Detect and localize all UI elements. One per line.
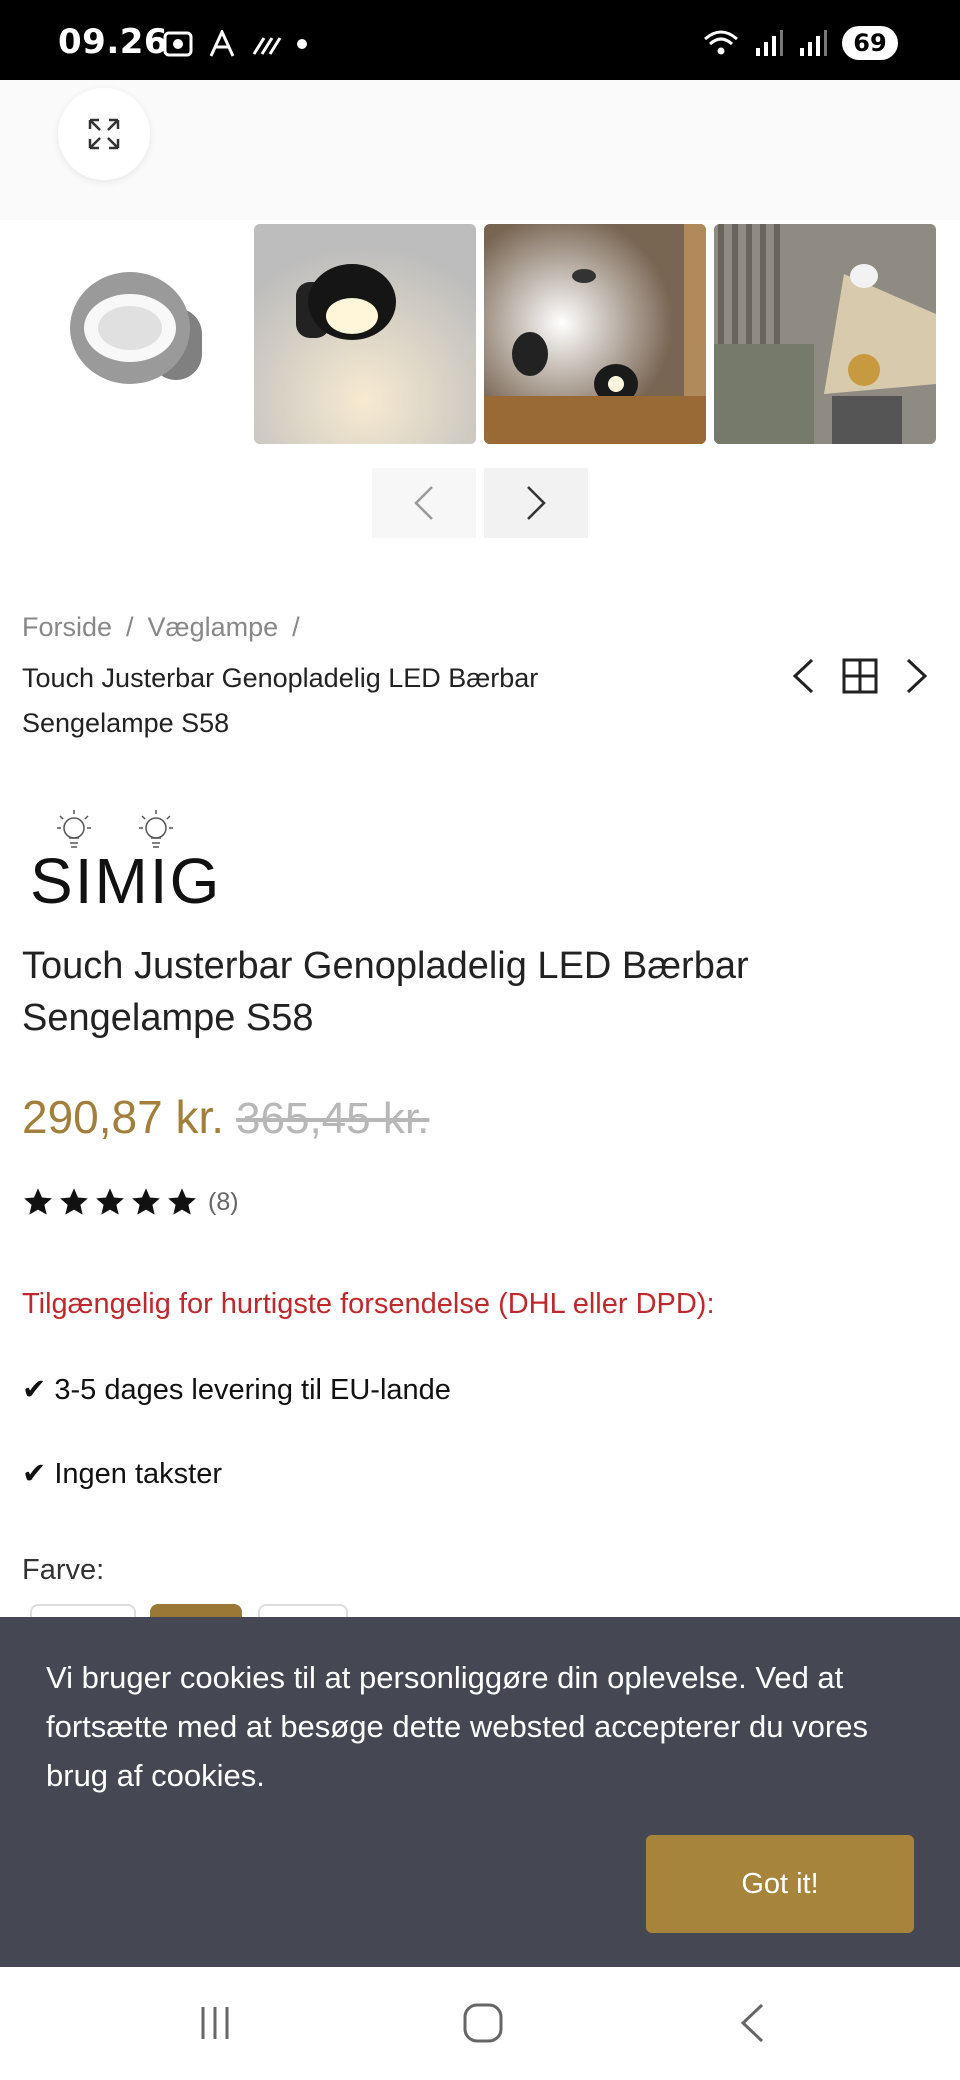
gallery-prev-button[interactable] <box>372 468 476 538</box>
breadcrumb-separator: / <box>292 612 300 642</box>
thumbnail-4[interactable] <box>714 224 936 444</box>
brand-name: SIMIG <box>30 845 222 917</box>
star-icon <box>96 1188 124 1215</box>
system-navigation-bar <box>0 1967 960 2080</box>
availability-notice: Tilgængelig for hurtigste forsendelse (D… <box>22 1288 715 1320</box>
price-row: 290,87 kr. 365,45 kr. <box>22 1090 429 1144</box>
home-icon <box>463 2003 503 2043</box>
breadcrumb-current: Touch Justerbar Genopladelig LED Bærbar … <box>22 663 539 738</box>
thumbnail-3[interactable] <box>484 224 706 444</box>
expand-icon <box>88 118 120 150</box>
signal-icon <box>756 30 783 56</box>
recent-apps-button[interactable] <box>175 1991 255 2055</box>
status-time: 09.26 <box>58 22 169 62</box>
star-icon <box>168 1188 196 1215</box>
fees-info: ✔ Ingen takster <box>22 1458 223 1490</box>
network-activity-icon <box>252 37 282 55</box>
wifi-icon <box>704 30 738 55</box>
breadcrumb-separator: / <box>126 612 134 642</box>
accept-cookies-button[interactable]: Got it! <box>646 1835 914 1933</box>
expand-image-button[interactable] <box>58 88 150 180</box>
chevron-right-icon <box>527 486 546 520</box>
status-notification-icons <box>162 30 308 58</box>
gallery-next-button[interactable] <box>484 468 588 538</box>
product-title: Touch Justerbar Genopladelig LED Bærbar … <box>22 945 749 1039</box>
star-icon <box>60 1188 88 1215</box>
screenshot-icon <box>163 31 193 57</box>
battery-indicator: 69 <box>842 26 898 60</box>
dot-icon <box>297 39 307 49</box>
rating-count: (8) <box>208 1187 239 1216</box>
rating[interactable]: (8) <box>22 1186 239 1218</box>
thumbnail-2[interactable] <box>254 224 476 444</box>
star-icon <box>132 1188 160 1215</box>
back-icon <box>740 2003 764 2043</box>
status-bar: 09.26 69 <box>0 0 960 80</box>
breadcrumb-category-link[interactable]: Væglampe <box>148 612 279 643</box>
chevron-left-icon <box>414 486 433 520</box>
original-price: 365,45 kr. <box>236 1094 430 1143</box>
breadcrumb-home-link[interactable]: Forside <box>22 612 112 643</box>
sale-price: 290,87 kr. <box>22 1091 225 1143</box>
home-button[interactable] <box>443 1991 523 2055</box>
previous-product-icon[interactable] <box>790 656 816 696</box>
next-product-icon[interactable] <box>904 656 930 696</box>
color-label: Farve: <box>22 1554 105 1586</box>
font-icon <box>209 30 235 57</box>
delivery-info: ✔ 3-5 dages levering til EU-lande <box>22 1374 451 1406</box>
recent-apps-icon <box>201 2007 229 2039</box>
product-navigation <box>790 656 930 696</box>
brand-logo[interactable]: SIMIG <box>26 806 236 917</box>
grid-icon[interactable] <box>842 658 878 694</box>
back-button[interactable] <box>712 1991 792 2055</box>
cookie-message: Vi bruger cookies til at personliggøre d… <box>46 1660 868 1793</box>
status-system-icons: 69 <box>702 26 898 60</box>
cookie-banner: Vi bruger cookies til at personliggøre d… <box>0 1617 960 1967</box>
breadcrumb: Forside / Væglampe / <box>22 612 300 643</box>
star-icon <box>24 1188 52 1215</box>
thumbnail-1[interactable] <box>22 224 232 444</box>
signal-icon-2 <box>800 30 827 56</box>
